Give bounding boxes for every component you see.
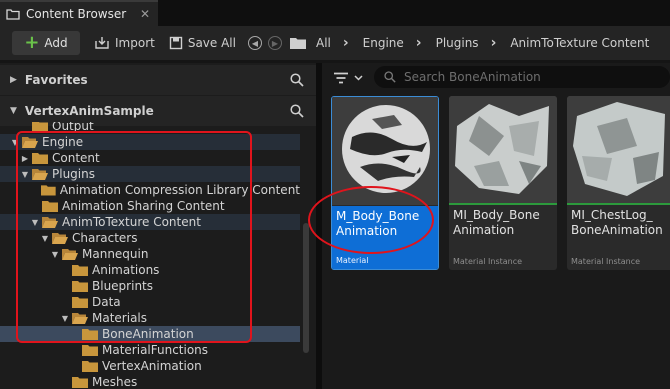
breadcrumb-separator-icon: › (342, 35, 349, 51)
asset-tile[interactable]: MI_ChestLog_ BoneAnimation Material Inst… (567, 96, 670, 270)
tree-item[interactable]: VertexAnimation (0, 358, 300, 374)
tab-content-browser[interactable]: Content Browser ✕ (0, 0, 158, 26)
asset-thumbnail (449, 96, 557, 204)
breadcrumb-plugins[interactable]: Plugins (436, 36, 479, 50)
save-all-button[interactable]: Save All (169, 36, 236, 50)
tab-title: Content Browser (26, 7, 127, 21)
import-icon (95, 37, 109, 49)
asset-name: MI_ChestLog_ BoneAnimation (571, 208, 663, 237)
asset-type: Material Instance (453, 257, 523, 266)
add-button-label: Add (44, 36, 68, 50)
tree-scrollbar[interactable] (303, 223, 309, 353)
add-button[interactable]: + Add (12, 31, 80, 55)
forward-icon[interactable]: ▶ (267, 36, 282, 50)
search-icon[interactable] (290, 73, 304, 87)
filter-button[interactable] (333, 68, 369, 88)
folder-icon (82, 361, 98, 372)
asset-type: Material (336, 256, 369, 265)
favorites-header[interactable]: ▶ Favorites (0, 65, 316, 95)
folder-icon (72, 377, 88, 388)
breadcrumb-separator-icon: › (415, 35, 422, 51)
favorites-label: Favorites (24, 73, 88, 87)
expand-icon: ▶ (10, 75, 17, 85)
breadcrumb-engine[interactable]: Engine (363, 36, 404, 50)
tree-item[interactable]: Meshes (0, 374, 300, 389)
tree-item-label: VertexAnimation (102, 359, 202, 373)
toolbar: + Add Import Save All ◀ ▶ All › Engine ›… (0, 26, 670, 60)
asset-type-bar (567, 203, 670, 205)
search-input[interactable]: Search BoneAnimation (374, 66, 670, 88)
folder-icon (289, 38, 306, 49)
annotation-ellipse (308, 186, 434, 254)
tree-item-label: MaterialFunctions (102, 343, 209, 357)
filter-icon (334, 72, 348, 84)
back-icon[interactable]: ◀ (247, 36, 262, 50)
breadcrumb-all[interactable]: All (316, 36, 331, 50)
tree-item[interactable]: MaterialFunctions (0, 342, 300, 358)
search-icon (384, 71, 396, 83)
breadcrumb-separator-icon: › (490, 35, 497, 51)
chevron-down-icon (354, 75, 363, 81)
close-icon[interactable]: ✕ (140, 7, 150, 21)
project-label: VertexAnimSample (24, 104, 154, 118)
asset-thumbnail (567, 96, 670, 204)
import-button-label: Import (115, 36, 155, 50)
plus-icon: + (24, 32, 40, 53)
breadcrumb-animtotexture[interactable]: AnimToTexture Content (510, 36, 649, 50)
asset-name: MI_Body_Bone Animation (453, 208, 540, 237)
content-browser-icon (6, 9, 20, 20)
folder-icon (82, 345, 98, 356)
search-placeholder: Search BoneAnimation (404, 70, 541, 84)
import-button[interactable]: Import (94, 36, 155, 50)
asset-tile[interactable]: MI_Body_Bone Animation Material Instance (449, 96, 557, 270)
collapse-icon: ▼ (10, 106, 17, 116)
save-all-button-label: Save All (187, 36, 236, 50)
asset-type-bar (449, 203, 557, 205)
asset-type: Material Instance (571, 257, 641, 266)
annotation-rectangle (16, 131, 252, 343)
search-icon[interactable] (290, 104, 304, 118)
save-icon (169, 36, 183, 50)
tree-item-label: Meshes (92, 375, 138, 389)
